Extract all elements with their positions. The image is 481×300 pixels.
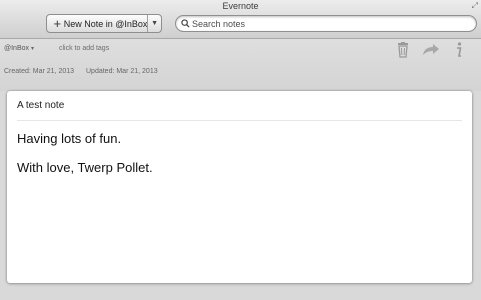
notebook-selector[interactable]: @InBox ▾: [4, 45, 34, 52]
note-meta-area: @InBox ▾ click to add tags Created: Mar 2…: [0, 39, 481, 91]
note-body[interactable]: Having lots of fun. With love, Twerp Pol…: [17, 131, 153, 189]
new-note-button[interactable]: + New Note in @InBox ▼: [46, 14, 162, 33]
note-title[interactable]: A test note: [17, 100, 64, 111]
note-dates: Created: Mar 21, 2013 Updated: Mar 21, 2…: [4, 68, 158, 75]
title-divider: [17, 120, 462, 121]
plus-icon: +: [53, 16, 62, 31]
new-note-label: New Note in @InBox: [63, 18, 148, 29]
search-icon: [181, 19, 190, 28]
tags-field[interactable]: click to add tags: [59, 45, 109, 52]
search-input[interactable]: [190, 18, 462, 29]
resize-icon[interactable]: ⤢: [472, 1, 478, 11]
note-editor[interactable]: A test note Having lots of fun. With lov…: [7, 91, 472, 283]
created-date: Created: Mar 21, 2013: [4, 68, 75, 75]
chevron-down-icon: ▾: [31, 46, 35, 52]
chevron-down-icon[interactable]: ▼: [148, 20, 161, 27]
window-title: Evernote: [222, 1, 259, 11]
title-bar: Evernote ⤢ + New Note in @InBox ▼: [0, 0, 481, 39]
updated-date: Updated: Mar 21, 2013: [86, 68, 158, 75]
note-body-line: With love, Twerp Pollet.: [17, 160, 153, 175]
info-icon[interactable]: [455, 42, 463, 58]
notebook-name: @InBox: [4, 45, 30, 52]
note-body-line: Having lots of fun.: [17, 131, 122, 146]
search-box[interactable]: [175, 15, 477, 32]
share-arrow-icon[interactable]: [422, 43, 440, 56]
trash-icon[interactable]: [396, 42, 410, 58]
